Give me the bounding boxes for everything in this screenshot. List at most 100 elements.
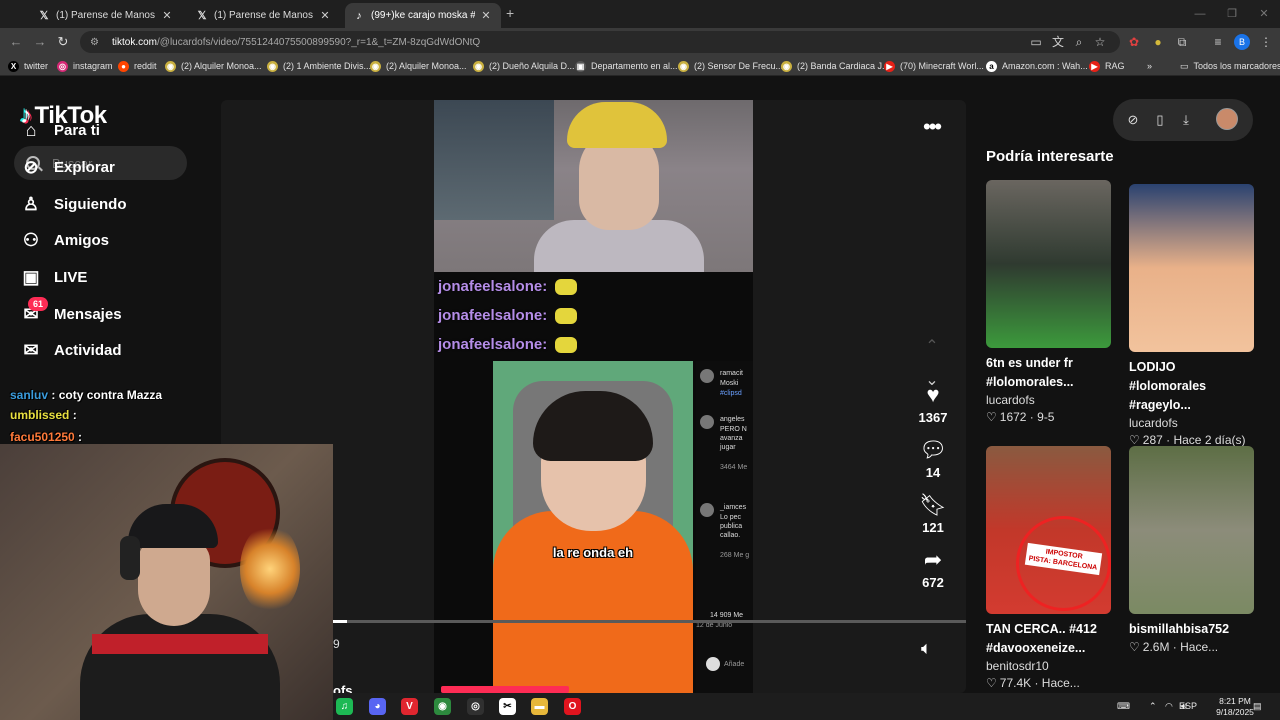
video-thumbnail[interactable] bbox=[986, 180, 1111, 348]
recommended-video-card[interactable]: LODIJO #lolomorales #rageylo... lucardofs ♡… bbox=[1129, 184, 1254, 449]
opera-icon[interactable]: O bbox=[564, 698, 581, 715]
save-button[interactable]: 🔖︎ 121 bbox=[913, 492, 953, 535]
browser-tab-2[interactable]: 𝕏 (1) Parense de Manos en X: "CC ✕ bbox=[188, 3, 340, 28]
nav-item-para-ti[interactable]: ⌂ Para ti bbox=[20, 117, 100, 143]
comment-button[interactable]: 💬︎ 14 bbox=[913, 437, 953, 480]
follow-button-fragment[interactable] bbox=[441, 686, 569, 693]
translate-icon[interactable]: 文 bbox=[1050, 34, 1066, 50]
browser-tab-3-active[interactable]: ♪ (99+)ke carajo moska #lolo ✕ bbox=[345, 3, 501, 28]
recommendations-title: Podría interesarte bbox=[986, 148, 1114, 165]
all-bookmarks-button[interactable]: ▭ Todos los marcadores bbox=[1180, 59, 1280, 73]
zoom-icon[interactable]: ⌕ bbox=[1071, 34, 1087, 50]
device-icon[interactable]: ▯ bbox=[1150, 110, 1170, 130]
extension-1-icon[interactable]: ✿ bbox=[1126, 34, 1142, 50]
video-thumbnail[interactable]: IMPOSTOR PISTA: BARCELONA bbox=[986, 446, 1111, 614]
forward-icon[interactable]: → bbox=[32, 34, 48, 50]
profile-avatar[interactable]: B bbox=[1234, 34, 1250, 50]
close-tab-icon[interactable]: ✕ bbox=[160, 9, 174, 22]
bookmark-item[interactable]: ● reddit bbox=[118, 59, 157, 73]
bookmark-item[interactable]: ◎ instagram bbox=[57, 59, 113, 73]
bookmark-item[interactable]: Xtwitter bbox=[8, 59, 48, 73]
restore-icon[interactable]: ❐ bbox=[1216, 0, 1248, 28]
voicemod-icon[interactable]: V bbox=[401, 698, 418, 715]
video-author[interactable]: benitosdr10 bbox=[986, 658, 1111, 675]
bookmark-favicon-icon: X bbox=[8, 60, 19, 72]
separator: · bbox=[1031, 676, 1042, 690]
bookmark-item[interactable]: ◉ (2) Dueño Alquila D... bbox=[473, 59, 575, 73]
video-author[interactable]: lucardofs bbox=[986, 392, 1111, 409]
bookmark-item[interactable]: ▶ RAG bbox=[1089, 59, 1125, 73]
tray-chevron-icon[interactable]: ⌃ bbox=[1149, 693, 1157, 720]
bookmark-item[interactable]: ◉ (2) 1 Ambiente Divis... bbox=[267, 59, 371, 73]
recommended-video-card[interactable]: 6tn es under fr #lolomorales... lucardofs ♡… bbox=[986, 180, 1111, 426]
bookmark-item[interactable]: ◉ (2) Alquiler Monoa... bbox=[165, 59, 262, 73]
browser-menu-icon[interactable]: ⋮ bbox=[1258, 34, 1274, 50]
wifi-icon[interactable]: ◠ bbox=[1165, 693, 1173, 720]
share-button[interactable]: ➦ 672 bbox=[913, 547, 953, 590]
bookmark-item[interactable]: a Amazon.com : Wah... bbox=[986, 59, 1088, 73]
bookmark-star-icon[interactable]: ☆ bbox=[1092, 34, 1108, 50]
discord-icon[interactable]: ◕ bbox=[369, 698, 386, 715]
language-indicator[interactable]: ESP bbox=[1179, 693, 1197, 720]
chrome-icon[interactable]: ◉ bbox=[434, 698, 451, 715]
cast-icon[interactable]: ▭ bbox=[1028, 34, 1044, 50]
download-icon[interactable]: ⤓ bbox=[1176, 110, 1196, 130]
new-tab-button[interactable]: + bbox=[506, 5, 514, 21]
bookmark-item[interactable]: ◉ (2) Alquiler Monoa... bbox=[370, 59, 467, 73]
video-thumbnail[interactable] bbox=[1129, 446, 1254, 614]
bookmark-item[interactable]: ▣ Departamento en al... bbox=[575, 59, 678, 73]
reload-icon[interactable]: ↻ bbox=[55, 34, 71, 50]
nav-item-live[interactable]: ▣ LIVE bbox=[20, 264, 87, 290]
recommended-video-card[interactable]: bismillahbisa752 ♡ 2.6M · Hace... bbox=[1129, 446, 1254, 656]
bookmark-item[interactable]: ◉ (2) Banda Cardiaca J... bbox=[781, 59, 890, 73]
like-count: 1367 bbox=[918, 410, 948, 425]
more-options-icon[interactable]: ••• bbox=[923, 114, 942, 140]
user-avatar[interactable] bbox=[1216, 108, 1238, 130]
extensions-puzzle-icon[interactable]: ⧉ bbox=[1174, 34, 1190, 50]
bookmark-item[interactable]: ▶ (70) Minecraft Worl... bbox=[884, 59, 984, 73]
minimize-icon[interactable]: — bbox=[1184, 0, 1216, 28]
previous-video-icon[interactable]: ⌃ bbox=[923, 338, 941, 356]
streamer-webcam bbox=[0, 444, 333, 720]
bookmarks-overflow-button[interactable]: » bbox=[1147, 59, 1152, 73]
recommended-video-card[interactable]: IMPOSTOR PISTA: BARCELONA TAN CERCA.. #412… bbox=[986, 446, 1111, 692]
close-tab-icon[interactable]: ✕ bbox=[479, 9, 493, 22]
bookmark-label: (70) Minecraft Worl... bbox=[900, 61, 984, 71]
notifications-icon[interactable]: ▤ bbox=[1253, 693, 1262, 720]
bookmark-item[interactable]: ◉ (2) Sensor De Frecu... bbox=[678, 59, 783, 73]
save-count: 121 bbox=[922, 520, 944, 535]
video-caption[interactable]: bismillahbisa752 bbox=[1129, 620, 1254, 639]
back-icon[interactable]: ← bbox=[8, 34, 24, 50]
browser-tab-1[interactable]: 𝕏 (1) Parense de Manos en X: "Ya ✕ bbox=[30, 3, 182, 28]
media-control-icon[interactable]: ≡ bbox=[1210, 34, 1226, 50]
video-caption[interactable]: TAN CERCA.. #412 #davooxeneize... bbox=[986, 620, 1111, 658]
video-frame[interactable]: jonafeelsalone: jonafeelsalone: jonafeel… bbox=[434, 100, 753, 693]
obs-icon[interactable]: ◎ bbox=[467, 698, 484, 715]
nav-item-amigos[interactable]: ⚇ Amigos bbox=[20, 227, 109, 253]
nav-item-actividad[interactable]: ✉ Actividad bbox=[20, 337, 121, 363]
extension-2-icon[interactable]: ● bbox=[1150, 34, 1166, 50]
nav-item-explorar[interactable]: ⊘ Explorar bbox=[20, 154, 114, 180]
capcut-icon[interactable]: ✂ bbox=[499, 698, 516, 715]
close-tab-icon[interactable]: ✕ bbox=[318, 9, 332, 22]
video-caption[interactable]: LODIJO #lolomorales #rageylo... bbox=[1129, 358, 1254, 415]
video-thumbnail[interactable] bbox=[1129, 184, 1254, 352]
heart-icon: ♥ bbox=[926, 382, 940, 407]
volume-icon[interactable]: 🔈︎ bbox=[921, 638, 932, 659]
video-progress-bar[interactable] bbox=[333, 620, 966, 623]
bookmarks-bar: Xtwitter ◎ instagram ● reddit ◉ (2) Alquiler M… bbox=[0, 56, 1280, 76]
chat-line: jonafeelsalone: bbox=[438, 278, 578, 296]
home-icon: ⌂ bbox=[25, 120, 37, 140]
spotify-icon[interactable]: ♫ bbox=[336, 698, 353, 715]
video-author[interactable]: lucardofs bbox=[1129, 415, 1254, 432]
explore-compass-icon[interactable]: ⊘ bbox=[1123, 110, 1143, 130]
address-bar[interactable]: ⚙ tiktok.com/@lucardofs/video/7551244075… bbox=[80, 31, 1120, 53]
like-button[interactable]: ♥ 1367 bbox=[913, 382, 953, 425]
video-caption[interactable]: 6tn es under fr #lolomorales... bbox=[986, 354, 1111, 392]
close-window-icon[interactable]: ✕ bbox=[1248, 0, 1280, 28]
file-explorer-icon[interactable]: ▬ bbox=[531, 698, 548, 715]
video-date: Hace 2 día(s) bbox=[1173, 433, 1246, 447]
site-settings-icon[interactable]: ⚙ bbox=[90, 37, 102, 48]
nav-item-siguiendo[interactable]: ♙ Siguiendo bbox=[20, 191, 127, 217]
keyboard-icon[interactable]: ⌨ bbox=[1117, 693, 1130, 720]
